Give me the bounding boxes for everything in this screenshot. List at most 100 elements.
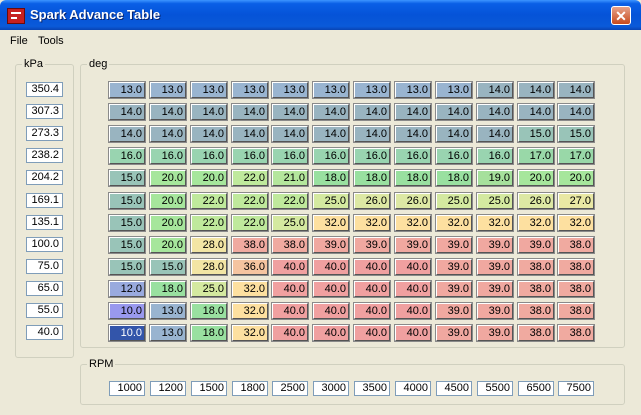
table-cell[interactable]: 15.0 <box>108 169 146 187</box>
table-cell[interactable]: 18.0 <box>435 169 473 187</box>
table-cell[interactable]: 16.0 <box>190 147 228 165</box>
table-cell[interactable]: 14.0 <box>271 103 309 121</box>
kpa-value-field[interactable]: 40.0 <box>26 325 63 340</box>
table-cell[interactable]: 14.0 <box>476 81 514 99</box>
table-cell[interactable]: 40.0 <box>353 280 391 298</box>
table-cell[interactable]: 15.0 <box>557 125 595 143</box>
table-cell[interactable]: 40.0 <box>312 324 350 342</box>
table-cell[interactable]: 38.0 <box>517 302 555 320</box>
table-cell[interactable]: 14.0 <box>271 125 309 143</box>
table-cell[interactable]: 16.0 <box>476 147 514 165</box>
table-cell[interactable]: 40.0 <box>394 280 432 298</box>
table-cell[interactable]: 14.0 <box>517 103 555 121</box>
table-cell[interactable]: 39.0 <box>476 302 514 320</box>
kpa-value-field[interactable]: 55.0 <box>26 303 63 318</box>
table-cell[interactable]: 18.0 <box>312 169 350 187</box>
table-cell[interactable]: 40.0 <box>394 258 432 276</box>
rpm-value-field[interactable]: 1200 <box>150 381 186 396</box>
table-cell[interactable]: 28.0 <box>190 258 228 276</box>
table-cell[interactable]: 13.0 <box>312 81 350 99</box>
menu-file[interactable]: File <box>10 35 28 47</box>
table-cell[interactable]: 16.0 <box>271 147 309 165</box>
table-cell[interactable]: 32.0 <box>394 214 432 232</box>
table-cell[interactable]: 22.0 <box>231 169 269 187</box>
table-cell[interactable]: 20.0 <box>557 169 595 187</box>
table-cell[interactable]: 15.0 <box>108 236 146 254</box>
table-cell[interactable]: 38.0 <box>517 324 555 342</box>
table-cell[interactable]: 20.0 <box>517 169 555 187</box>
table-cell[interactable]: 14.0 <box>190 125 228 143</box>
table-cell[interactable]: 40.0 <box>271 302 309 320</box>
table-cell[interactable]: 38.0 <box>271 236 309 254</box>
table-cell[interactable]: 36.0 <box>231 258 269 276</box>
table-cell[interactable]: 26.0 <box>517 192 555 210</box>
rpm-value-field[interactable]: 3500 <box>354 381 390 396</box>
table-cell[interactable]: 14.0 <box>231 125 269 143</box>
table-cell[interactable]: 18.0 <box>190 302 228 320</box>
table-cell[interactable]: 14.0 <box>476 103 514 121</box>
table-cell[interactable]: 14.0 <box>394 125 432 143</box>
kpa-value-field[interactable]: 238.2 <box>26 148 63 163</box>
table-cell[interactable]: 14.0 <box>557 103 595 121</box>
table-cell[interactable]: 15.0 <box>517 125 555 143</box>
table-cell[interactable]: 25.0 <box>435 192 473 210</box>
table-cell[interactable]: 19.0 <box>476 169 514 187</box>
table-cell[interactable]: 15.0 <box>108 192 146 210</box>
table-cell[interactable]: 20.0 <box>149 192 187 210</box>
table-cell[interactable]: 20.0 <box>190 169 228 187</box>
table-cell[interactable]: 17.0 <box>517 147 555 165</box>
table-cell[interactable]: 18.0 <box>149 280 187 298</box>
table-cell[interactable]: 38.0 <box>557 302 595 320</box>
table-cell[interactable]: 20.0 <box>149 169 187 187</box>
table-cell[interactable]: 14.0 <box>108 103 146 121</box>
table-cell[interactable]: 32.0 <box>435 214 473 232</box>
kpa-value-field[interactable]: 204.2 <box>26 170 63 185</box>
table-cell[interactable]: 32.0 <box>231 302 269 320</box>
table-cell[interactable]: 16.0 <box>108 147 146 165</box>
table-cell[interactable]: 14.0 <box>149 125 187 143</box>
table-cell[interactable]: 13.0 <box>149 81 187 99</box>
close-button[interactable]: ✕ <box>611 6 631 25</box>
table-cell[interactable]: 25.0 <box>312 192 350 210</box>
table-cell[interactable]: 39.0 <box>435 236 473 254</box>
table-cell[interactable]: 32.0 <box>312 214 350 232</box>
table-cell[interactable]: 16.0 <box>435 147 473 165</box>
table-cell[interactable]: 40.0 <box>271 280 309 298</box>
table-cell[interactable]: 13.0 <box>271 81 309 99</box>
table-cell[interactable]: 40.0 <box>353 258 391 276</box>
table-cell[interactable]: 14.0 <box>312 125 350 143</box>
table-cell[interactable]: 14.0 <box>353 103 391 121</box>
table-cell[interactable]: 32.0 <box>517 214 555 232</box>
table-cell[interactable]: 38.0 <box>557 324 595 342</box>
table-cell[interactable]: 22.0 <box>190 192 228 210</box>
table-cell[interactable]: 22.0 <box>231 192 269 210</box>
table-cell[interactable]: 14.0 <box>353 125 391 143</box>
table-cell[interactable]: 39.0 <box>435 258 473 276</box>
table-cell[interactable]: 26.0 <box>394 192 432 210</box>
table-cell[interactable]: 16.0 <box>312 147 350 165</box>
table-cell[interactable]: 14.0 <box>435 103 473 121</box>
table-cell[interactable]: 39.0 <box>476 236 514 254</box>
table-cell[interactable]: 40.0 <box>271 258 309 276</box>
kpa-value-field[interactable]: 273.3 <box>26 126 63 141</box>
rpm-value-field[interactable]: 4500 <box>436 381 472 396</box>
table-cell[interactable]: 13.0 <box>231 81 269 99</box>
rpm-value-field[interactable]: 7500 <box>558 381 594 396</box>
table-cell[interactable]: 25.0 <box>190 280 228 298</box>
rpm-value-field[interactable]: 6500 <box>518 381 554 396</box>
table-cell[interactable]: 40.0 <box>394 302 432 320</box>
table-cell[interactable]: 27.0 <box>557 192 595 210</box>
table-cell[interactable]: 13.0 <box>108 81 146 99</box>
table-cell[interactable]: 40.0 <box>312 280 350 298</box>
rpm-value-field[interactable]: 3000 <box>313 381 349 396</box>
table-cell[interactable]: 40.0 <box>312 258 350 276</box>
table-cell-selected[interactable]: 10.0 <box>108 324 146 342</box>
table-cell[interactable]: 14.0 <box>231 103 269 121</box>
table-cell[interactable]: 39.0 <box>476 280 514 298</box>
table-cell[interactable]: 32.0 <box>476 214 514 232</box>
table-cell[interactable]: 14.0 <box>149 103 187 121</box>
table-cell[interactable]: 26.0 <box>353 192 391 210</box>
table-cell[interactable]: 14.0 <box>517 81 555 99</box>
table-cell[interactable]: 16.0 <box>149 147 187 165</box>
table-cell[interactable]: 10.0 <box>108 302 146 320</box>
